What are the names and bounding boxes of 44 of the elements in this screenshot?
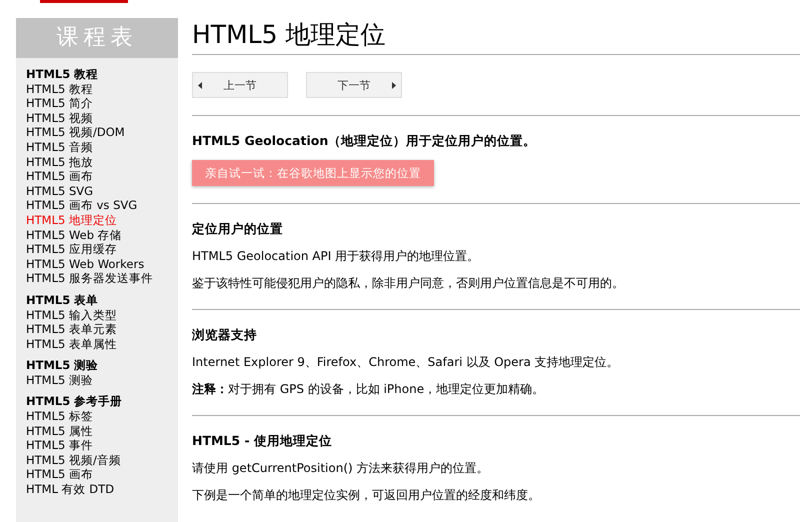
- section-heading: 浏览器支持: [192, 327, 258, 344]
- section-heading: HTML5 - 使用地理定位: [192, 433, 333, 450]
- section-heading: HTML5 Geolocation（地理定位）用于定位用户的位置。: [192, 133, 538, 150]
- paragraph: 注释：对于拥有 GPS 的设备，比如 iPhone，地理定位更加精确。: [192, 381, 546, 398]
- sidebar-link[interactable]: HTML5 画布: [26, 467, 178, 482]
- page-title: HTML5 地理定位: [192, 18, 800, 55]
- sidebar-link[interactable]: HTML5 视频/DOM: [26, 125, 178, 140]
- section-heading: 定位用户的位置: [192, 221, 284, 238]
- group-title: HTML5 教程: [26, 67, 100, 82]
- caret-right-icon: [392, 82, 396, 89]
- sidebar-link[interactable]: HTML5 视频: [26, 110, 178, 126]
- sidebar-link[interactable]: HTML5 画布: [26, 169, 178, 184]
- sidebar-link[interactable]: HTML5 拖放: [26, 154, 178, 170]
- sidebar-link[interactable]: HTML5 教程: [26, 82, 178, 96]
- paragraph: 下例是一个简单的地理定位实例，可返回用户位置的经度和纬度。: [192, 487, 541, 504]
- sidebar-link[interactable]: HTML5 Web Workers: [26, 256, 178, 272]
- sidebar-link[interactable]: HTML5 测验: [26, 372, 178, 388]
- sidebar-link[interactable]: HTML5 事件: [26, 438, 178, 453]
- sidebar-link[interactable]: HTML5 标签: [26, 409, 178, 424]
- sidebar-link[interactable]: HTML 有效 DTD: [26, 482, 178, 497]
- sidebar-link[interactable]: HTML5 音频: [26, 140, 178, 155]
- sidebar-link[interactable]: HTML5 地理定位: [26, 212, 178, 228]
- sidebar-title: 课程表: [16, 18, 178, 58]
- sidebar-link[interactable]: HTML5 视频/音频: [26, 452, 178, 468]
- paragraph: Internet Explorer 9、Firefox、Chrome、Safari 以及 Opera 支持地理定位。: [192, 354, 620, 371]
- sidebar-link[interactable]: HTML5 画布 vs SVG: [26, 198, 178, 213]
- sidebar-link[interactable]: HTML5 表单属性: [26, 336, 178, 352]
- group-title: HTML5 表单: [26, 292, 100, 308]
- paragraph: 请使用 getCurrentPosition() 方法来获得用户的位置。: [192, 460, 490, 477]
- group-title: HTML5 参考手册: [26, 394, 124, 410]
- sidebar-link[interactable]: HTML5 服务器发送事件: [26, 271, 178, 286]
- next-button[interactable]: 下一节: [306, 72, 402, 98]
- group-title: HTML5 测验: [26, 358, 100, 373]
- caret-left-icon: [198, 82, 202, 89]
- sidebar-link[interactable]: HTML5 输入类型: [26, 308, 178, 322]
- sidebar-link[interactable]: HTML5 属性: [26, 424, 178, 438]
- sidebar-link[interactable]: HTML5 应用缓存: [26, 242, 178, 257]
- paragraph: HTML5 Geolocation API 用于获得用户的地理位置。: [192, 248, 480, 265]
- sidebar-link[interactable]: HTML5 简介: [26, 96, 178, 111]
- sidebar-link[interactable]: HTML5 SVG: [26, 184, 178, 198]
- sidebar-link[interactable]: HTML5 Web 存储: [26, 228, 178, 242]
- sidebar-link[interactable]: HTML5 表单元素: [26, 322, 178, 337]
- paragraph: 鉴于该特性可能侵犯用户的隐私，除非用户同意，否则用户位置信息是不可用的。: [192, 275, 625, 292]
- previous-button[interactable]: 上一节: [192, 72, 288, 98]
